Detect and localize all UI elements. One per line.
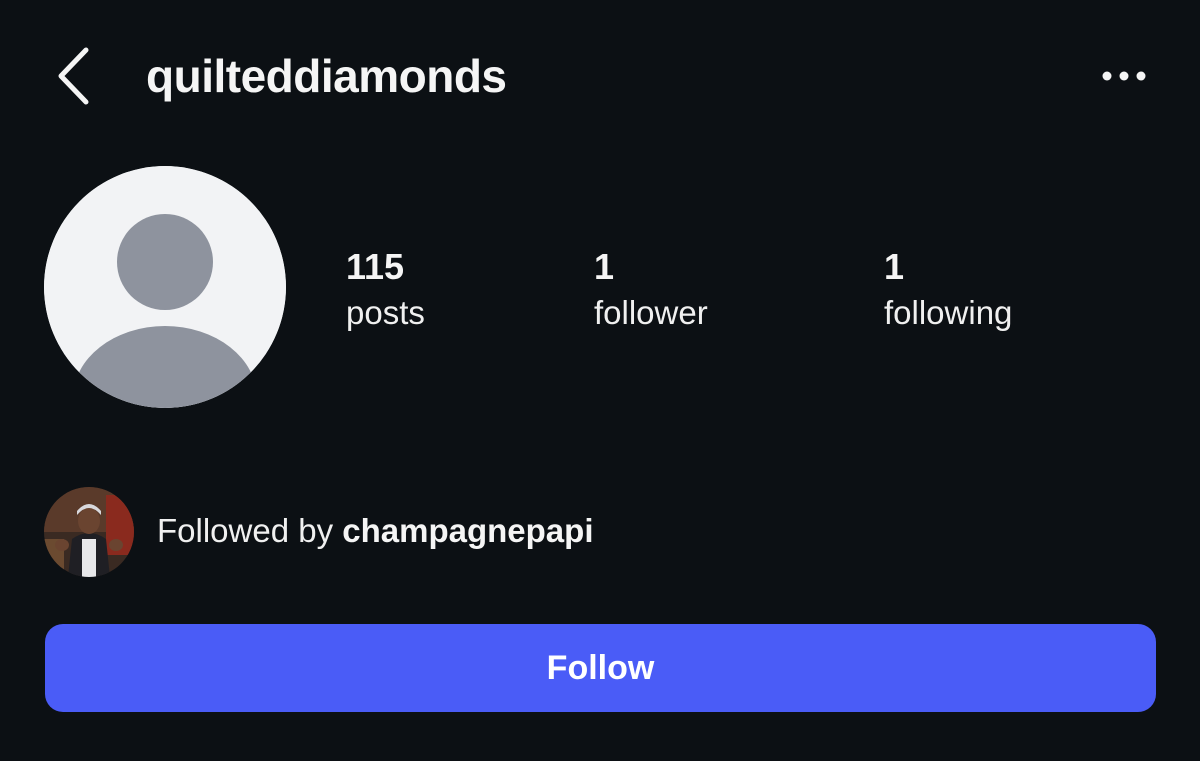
mutual-follower-photo bbox=[44, 487, 134, 577]
mutual-follower-avatar[interactable] bbox=[44, 487, 134, 577]
followers-count[interactable]: 1 follower bbox=[594, 244, 708, 336]
more-options-button[interactable] bbox=[1094, 58, 1154, 94]
follow-button-label: Follow bbox=[546, 648, 655, 687]
back-button[interactable] bbox=[52, 42, 108, 110]
profile-avatar[interactable] bbox=[44, 166, 286, 408]
default-avatar-icon bbox=[44, 166, 286, 408]
following-count-value: 1 bbox=[884, 246, 905, 287]
following-count-label: following bbox=[884, 294, 1013, 331]
profile-page: quilteddiamonds 115 posts 1 follower 1 f… bbox=[0, 0, 1200, 761]
chevron-left-icon bbox=[58, 47, 89, 105]
followers-count-value: 1 bbox=[594, 246, 615, 287]
follow-button[interactable]: Follow bbox=[45, 624, 1156, 712]
posts-count-label: posts bbox=[346, 294, 425, 331]
page-title-username: quilteddiamonds bbox=[146, 50, 507, 102]
followed-by-prefix: Followed by bbox=[157, 512, 343, 549]
followed-by-name: champagnepapi bbox=[342, 512, 594, 549]
more-horizontal-icon bbox=[1102, 71, 1146, 81]
followers-count-label: follower bbox=[594, 294, 708, 331]
posts-count-value: 115 bbox=[346, 246, 405, 287]
followed-by-text[interactable]: Followed by champagnepapi bbox=[157, 508, 594, 554]
following-count[interactable]: 1 following bbox=[884, 244, 1012, 336]
posts-count[interactable]: 115 posts bbox=[346, 244, 425, 336]
